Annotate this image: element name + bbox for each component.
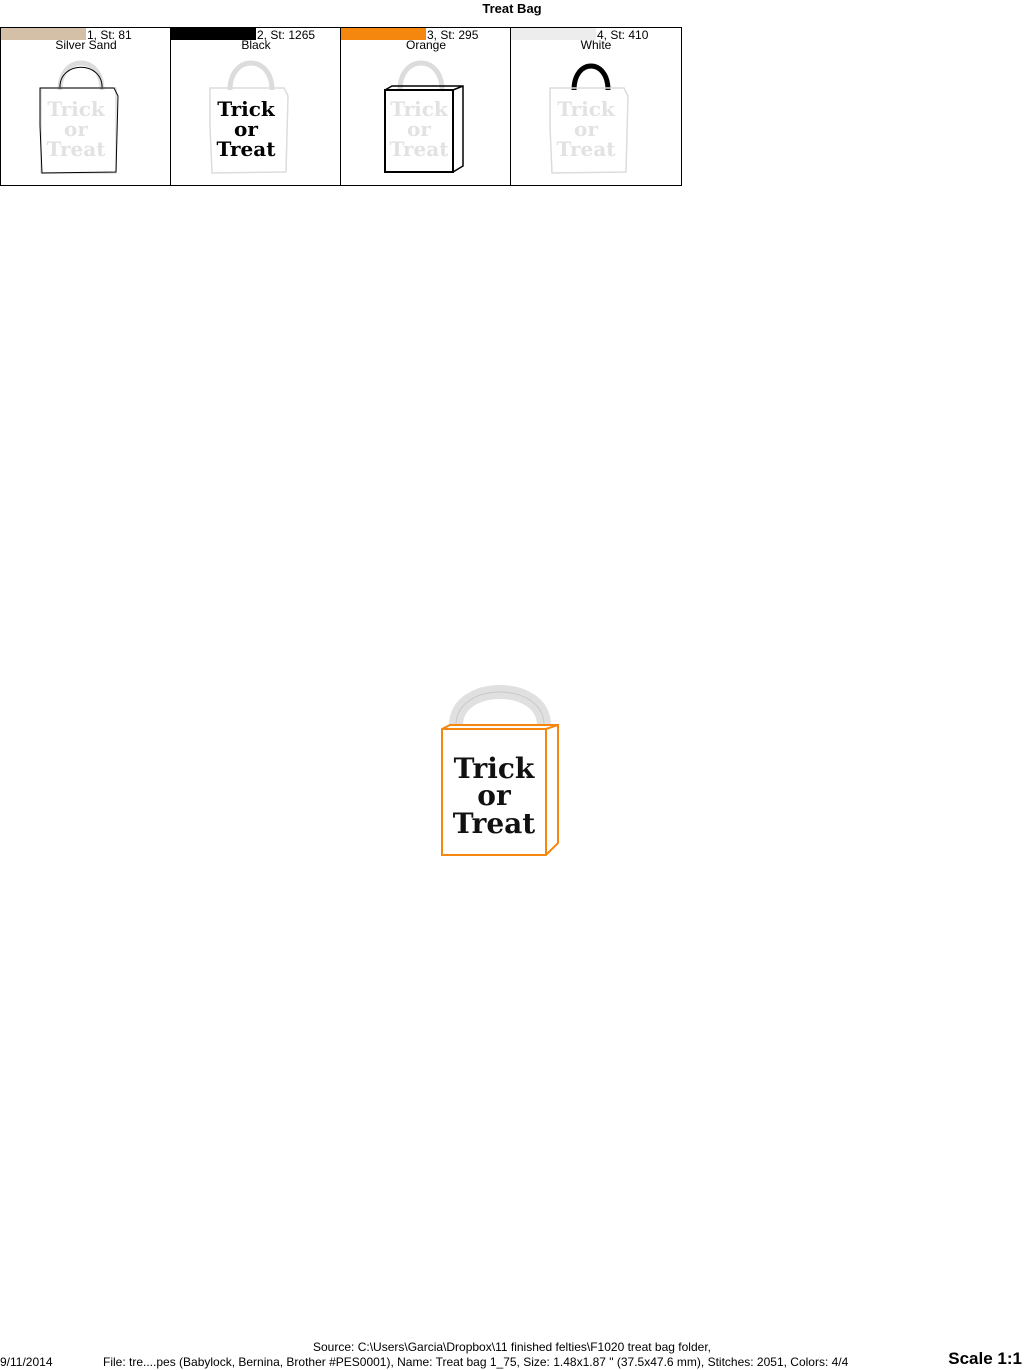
color-cell-4: 4, St: 410 White Trick or Treat: [511, 28, 681, 185]
treat-text: Treat: [217, 137, 277, 161]
color-cell-3: 3, St: 295 Orange Trick or Treat: [341, 28, 511, 185]
bag-thumbnail-step-4: Trick or Treat: [549, 63, 629, 174]
bag-thumbnail-step-2: Trick or Treat: [209, 60, 289, 174]
bag-thumbnail-step-1: Trick or Treat: [39, 60, 119, 174]
design-preview: Trick or Treat: [441, 685, 559, 856]
treat-text: Treat: [47, 137, 107, 161]
page-title: Treat Bag: [482, 1, 542, 16]
scale-label: Scale 1:1: [948, 1349, 1022, 1368]
bag-thumbnail-step-3: Trick or Treat: [384, 60, 464, 173]
print-date: 9/11/2014: [0, 1355, 53, 1369]
source-path: Source: C:\Users\Garcia\Dropbox\11 finis…: [313, 1340, 711, 1354]
color-name: Orange: [405, 38, 447, 52]
color-name: White: [580, 38, 612, 52]
color-name: Silver Sand: [55, 38, 117, 52]
treat-text: Treat: [390, 137, 450, 161]
file-info: File: tre....pes (Babylock, Bernina, Bro…: [103, 1355, 849, 1369]
treat-text: Treat: [453, 807, 536, 840]
color-cell-2: 2, St: 1265 Black Trick or Treat: [171, 28, 341, 185]
color-name: Black: [241, 38, 271, 52]
color-chart: 1, St: 81 Silver Sand Trick or Treat 2, …: [0, 27, 682, 186]
treat-text: Treat: [557, 137, 617, 161]
color-cell-1: 1, St: 81 Silver Sand Trick or Treat: [1, 28, 171, 185]
